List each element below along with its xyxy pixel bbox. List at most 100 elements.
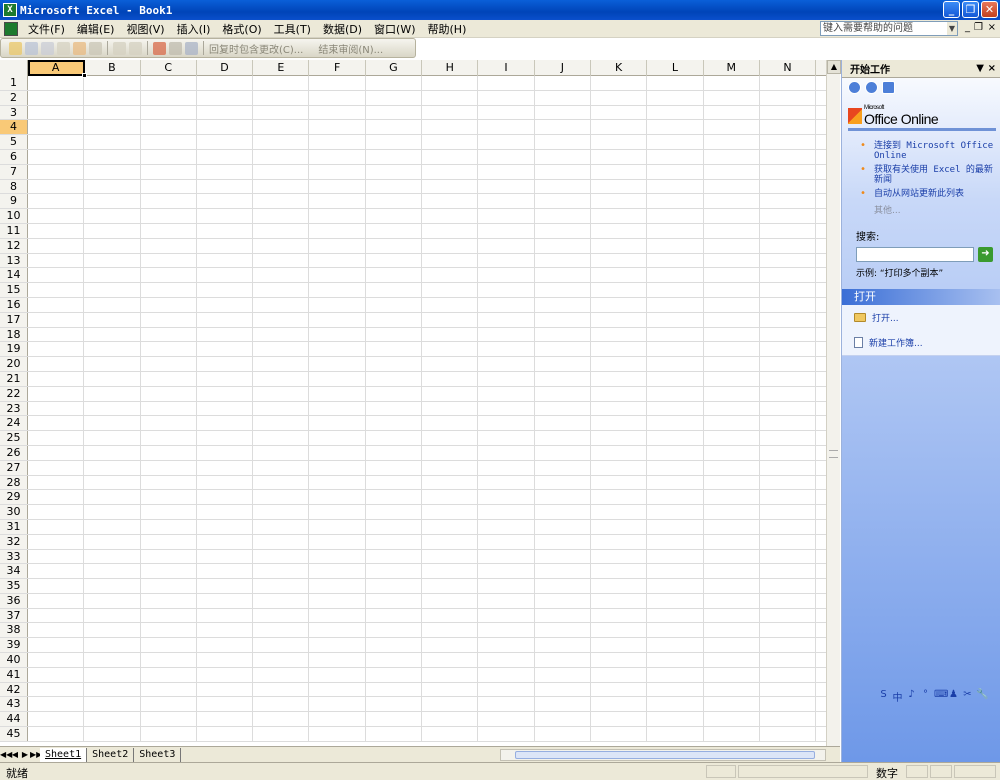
cell-d2[interactable]: [197, 90, 254, 105]
row-header-41[interactable]: 41: [0, 667, 28, 682]
row-header-3[interactable]: 3: [0, 105, 28, 120]
cell-b35[interactable]: [84, 579, 141, 593]
cell-l11[interactable]: [647, 223, 704, 238]
cell-c16[interactable]: [141, 297, 197, 312]
link-connect-office-online[interactable]: • 连接到 Microsoft Office Online: [856, 141, 1000, 162]
cell-e44[interactable]: [253, 712, 310, 727]
cell-g27[interactable]: [366, 460, 423, 475]
cell-i41[interactable]: [478, 667, 535, 682]
row-header-16[interactable]: 16: [0, 297, 28, 312]
cell-e30[interactable]: [253, 505, 310, 519]
cell-d20[interactable]: [197, 357, 254, 371]
cell-n9[interactable]: [760, 194, 817, 209]
cell-g20[interactable]: [366, 357, 423, 371]
cell-h30[interactable]: [422, 505, 479, 519]
cell-a21[interactable]: [28, 371, 85, 386]
cell-f39[interactable]: [309, 638, 366, 653]
cell-g43[interactable]: [366, 697, 423, 712]
excel-app-icon[interactable]: X: [3, 3, 17, 17]
help-search-input[interactable]: 键入需要帮助的问题 ▼: [820, 21, 958, 36]
worksheet-grid[interactable]: ABCDEFGHIJKLMN 1 2 3 4 5 6 7 8 9 10 11 12 13 14 15 16 17…: [0, 60, 826, 746]
cell-f36[interactable]: [309, 593, 366, 608]
cell-l29[interactable]: [647, 490, 704, 505]
cell-f1[interactable]: [309, 76, 366, 90]
menu-file[interactable]: 文件(F): [22, 21, 71, 37]
cell-e43[interactable]: [253, 697, 310, 712]
cell-f13[interactable]: [309, 253, 366, 268]
cell-h27[interactable]: [422, 460, 479, 475]
cell-d8[interactable]: [197, 179, 254, 194]
cell-k10[interactable]: [591, 209, 648, 223]
column-header-n[interactable]: N: [760, 60, 817, 76]
cell-h22[interactable]: [422, 386, 479, 401]
cell-f43[interactable]: [309, 697, 366, 712]
cell-m39[interactable]: [704, 638, 760, 653]
cell-i2[interactable]: [478, 90, 535, 105]
cell-n10[interactable]: [760, 209, 817, 223]
cell-i28[interactable]: [478, 475, 535, 490]
column-header-f[interactable]: F: [309, 60, 366, 76]
cell-h5[interactable]: [422, 135, 479, 149]
cell-g4[interactable]: [366, 120, 423, 135]
row-header-2[interactable]: 2: [0, 90, 28, 105]
cell-g15[interactable]: [366, 283, 423, 297]
cell-d14[interactable]: [197, 268, 254, 283]
cell-a13[interactable]: [28, 253, 85, 268]
row-header-39[interactable]: 39: [0, 638, 28, 653]
cell-k19[interactable]: [591, 342, 648, 357]
cell-a12[interactable]: [28, 238, 85, 253]
cell-c35[interactable]: [141, 579, 197, 593]
cell-b7[interactable]: [84, 164, 141, 179]
cell-d34[interactable]: [197, 564, 254, 579]
cell-n38[interactable]: [760, 623, 817, 638]
cell-d38[interactable]: [197, 623, 254, 638]
cell-b6[interactable]: [84, 149, 141, 164]
cell-h41[interactable]: [422, 667, 479, 682]
cell-i42[interactable]: [478, 682, 535, 697]
cell-e25[interactable]: [253, 431, 310, 445]
cell-l14[interactable]: [647, 268, 704, 283]
chevron-down-icon[interactable]: ▼: [947, 22, 957, 35]
cell-f25[interactable]: [309, 431, 366, 445]
cell-i32[interactable]: [478, 534, 535, 549]
cell-g17[interactable]: [366, 312, 423, 327]
cell-e37[interactable]: [253, 608, 310, 623]
cell-i19[interactable]: [478, 342, 535, 357]
forward-icon[interactable]: [865, 81, 878, 94]
cell-m6[interactable]: [704, 149, 760, 164]
cell-g2[interactable]: [366, 90, 423, 105]
cell-n44[interactable]: [760, 712, 817, 727]
cell-g32[interactable]: [366, 534, 423, 549]
cell-j37[interactable]: [535, 608, 591, 623]
row-header-19[interactable]: 19: [0, 342, 28, 357]
column-header-i[interactable]: I: [478, 60, 535, 76]
cell-b22[interactable]: [84, 386, 141, 401]
cell-m25[interactable]: [704, 431, 760, 445]
cell-d43[interactable]: [197, 697, 254, 712]
cell-a19[interactable]: [28, 342, 85, 357]
cell-m27[interactable]: [704, 460, 760, 475]
cell-f40[interactable]: [309, 653, 366, 667]
cell-d26[interactable]: [197, 445, 254, 460]
cell-b5[interactable]: [84, 135, 141, 149]
cell-k29[interactable]: [591, 490, 648, 505]
cell-h39[interactable]: [422, 638, 479, 653]
cell-f27[interactable]: [309, 460, 366, 475]
row-header-5[interactable]: 5: [0, 135, 28, 149]
cell-l4[interactable]: [647, 120, 704, 135]
cell-e39[interactable]: [253, 638, 310, 653]
row-header-15[interactable]: 15: [0, 283, 28, 297]
row-header-11[interactable]: 11: [0, 223, 28, 238]
cell-e28[interactable]: [253, 475, 310, 490]
cell-n45[interactable]: [760, 727, 817, 741]
cell-a11[interactable]: [28, 223, 85, 238]
cell-h37[interactable]: [422, 608, 479, 623]
reply-with-changes-button[interactable]: 回复时包含更改(C)...: [209, 41, 303, 56]
row-header-29[interactable]: 29: [0, 490, 28, 505]
cell-f2[interactable]: [309, 90, 366, 105]
cell-j20[interactable]: [535, 357, 591, 371]
cell-b1[interactable]: [84, 76, 141, 90]
cell-l10[interactable]: [647, 209, 704, 223]
cell-f8[interactable]: [309, 179, 366, 194]
cell-b10[interactable]: [84, 209, 141, 223]
